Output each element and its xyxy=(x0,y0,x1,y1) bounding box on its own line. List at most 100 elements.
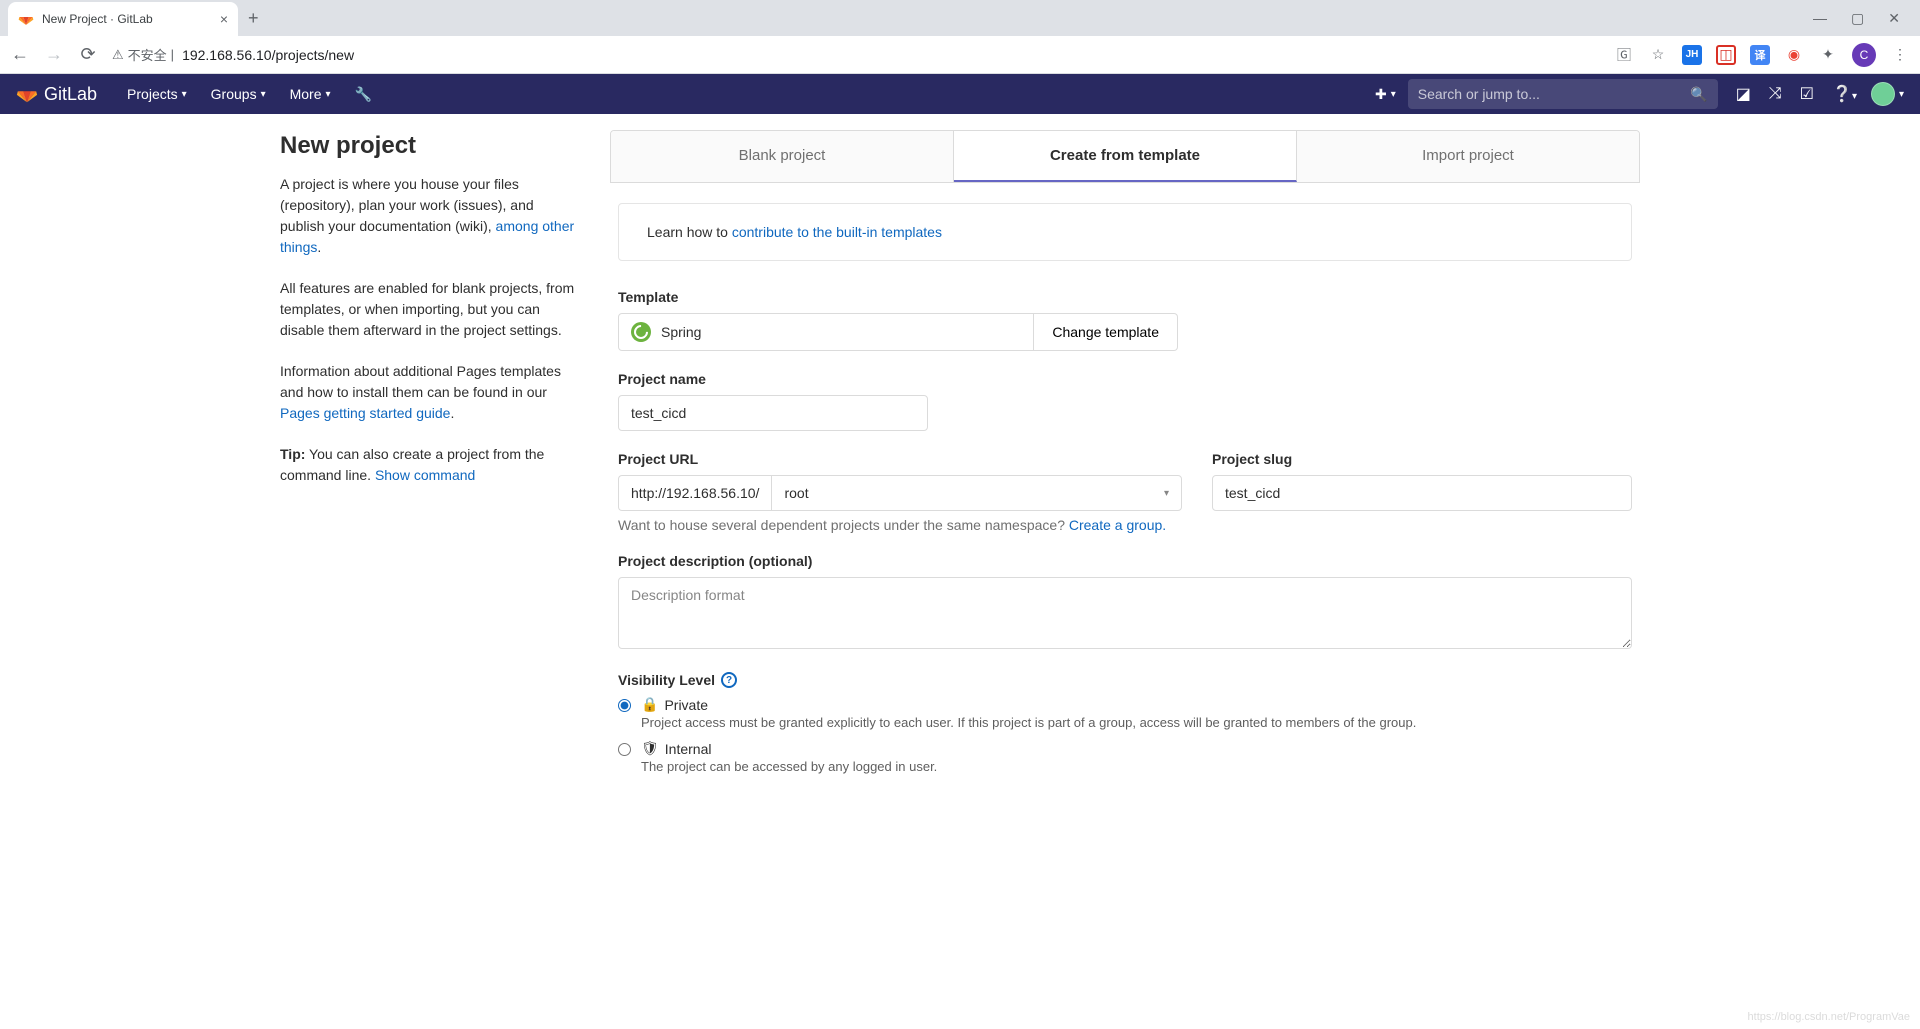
info-box: Learn how to contribute to the built-in … xyxy=(618,203,1632,261)
merge-requests-icon[interactable]: ⤨ xyxy=(1769,85,1782,103)
help-icon[interactable]: ❔▾ xyxy=(1832,84,1857,104)
star-icon[interactable]: ☆ xyxy=(1648,45,1668,65)
shield-extension-icon[interactable]: ◫ xyxy=(1716,45,1736,65)
description-field: Project description (optional) xyxy=(618,553,1632,652)
reload-button[interactable]: ⟳ xyxy=(78,44,98,65)
tab-bar: New Project · GitLab × + — ▢ ✕ xyxy=(0,0,1920,36)
maximize-button[interactable]: ▢ xyxy=(1851,10,1864,27)
gitlab-favicon xyxy=(18,11,34,27)
template-label: Template xyxy=(618,289,1632,305)
url-field[interactable]: ⚠ 不安全 | 192.168.56.10/projects/new xyxy=(112,45,1600,64)
sidebar-pages: Information about additional Pages templ… xyxy=(280,361,580,424)
translate-extension-icon[interactable]: 译 xyxy=(1750,45,1770,65)
profile-avatar[interactable]: C xyxy=(1852,43,1876,67)
description-input[interactable] xyxy=(618,577,1632,649)
create-group-link[interactable]: Create a group. xyxy=(1069,517,1166,533)
pages-guide-link[interactable]: Pages getting started guide xyxy=(280,405,450,421)
gitlab-navbar: GitLab Projects▾ Groups▾ More▾ 🔧 ✚▾ 🔍 ◪ … xyxy=(0,74,1920,114)
plus-icon: ✚ xyxy=(1375,86,1387,103)
project-name-field: Project name xyxy=(618,371,1632,431)
gitlab-logo[interactable]: GitLab xyxy=(16,83,97,105)
namespace-hint: Want to house several dependent projects… xyxy=(618,517,1632,533)
spring-icon xyxy=(631,322,651,342)
user-avatar[interactable] xyxy=(1871,82,1895,106)
close-window-button[interactable]: ✕ xyxy=(1888,10,1900,27)
security-warning: ⚠ 不安全 | xyxy=(112,45,174,64)
chevron-down-icon: ▾ xyxy=(182,89,187,100)
nav-plus[interactable]: ✚▾ xyxy=(1363,86,1408,103)
visibility-label: Visibility Level ? xyxy=(618,672,1632,688)
form-area: Learn how to contribute to the built-in … xyxy=(610,183,1640,774)
project-name-input[interactable] xyxy=(618,395,928,431)
url-text: 192.168.56.10/projects/new xyxy=(182,47,354,63)
forward-button[interactable]: → xyxy=(44,44,64,65)
warning-icon: ⚠ xyxy=(112,47,124,63)
url-prefix: http://192.168.56.10/ xyxy=(618,475,771,511)
internal-radio[interactable] xyxy=(618,743,631,756)
project-tabs: Blank project Create from template Impor… xyxy=(610,130,1640,183)
window-controls: — ▢ ✕ xyxy=(1813,10,1920,27)
template-display: Spring xyxy=(618,313,1034,351)
project-slug-input[interactable] xyxy=(1212,475,1632,511)
jh-extension-icon[interactable]: JH xyxy=(1682,45,1702,65)
chevron-down-icon: ▾ xyxy=(326,89,331,100)
project-url-field: Project URL http://192.168.56.10/ root ▾ xyxy=(618,451,1182,511)
search-icon: 🔍 xyxy=(1690,86,1707,103)
new-tab-button[interactable]: + xyxy=(248,8,259,29)
tab-create-from-template[interactable]: Create from template xyxy=(954,131,1297,182)
watermark: https://blog.csdn.net/ProgramVae xyxy=(1748,1011,1910,1023)
help-icon[interactable]: ? xyxy=(721,672,737,688)
tab-blank-project[interactable]: Blank project xyxy=(611,131,954,182)
url-slug-row: Project URL http://192.168.56.10/ root ▾… xyxy=(618,451,1632,511)
puzzle-icon[interactable]: ✦ xyxy=(1818,45,1838,65)
page-content: New project A project is where you house… xyxy=(270,114,1650,810)
menu-icon[interactable]: ⋮ xyxy=(1890,45,1910,65)
private-radio[interactable] xyxy=(618,699,631,712)
chevron-down-icon: ▾ xyxy=(1164,488,1169,499)
visibility-field: Visibility Level ? 🔒Private Project acce… xyxy=(618,672,1632,774)
project-slug-field: Project slug xyxy=(1212,451,1632,511)
sidebar-tip: Tip: You can also create a project from … xyxy=(280,444,580,486)
extension-icons: 🄶 ☆ JH ◫ 译 ◉ ✦ C ⋮ xyxy=(1614,43,1910,67)
tab-import-project[interactable]: Import project xyxy=(1297,131,1639,182)
browser-chrome: New Project · GitLab × + — ▢ ✕ ← → ⟳ ⚠ 不… xyxy=(0,0,1920,74)
gitlab-icon xyxy=(16,83,38,105)
search-box[interactable]: 🔍 xyxy=(1408,79,1718,109)
close-icon[interactable]: × xyxy=(220,11,228,27)
nav-more[interactable]: More▾ xyxy=(278,86,343,102)
contribute-templates-link[interactable]: contribute to the built-in templates xyxy=(732,224,942,240)
sidebar-features: All features are enabled for blank proje… xyxy=(280,278,580,341)
project-name-label: Project name xyxy=(618,371,1632,387)
shield-icon: 🛡 xyxy=(641,740,659,757)
minimize-button[interactable]: — xyxy=(1813,10,1827,27)
page-title: New project xyxy=(280,132,580,160)
issues-icon[interactable]: ◪ xyxy=(1736,84,1751,104)
change-template-button[interactable]: Change template xyxy=(1034,313,1178,351)
lock-icon: 🔒 xyxy=(641,696,658,713)
description-label: Project description (optional) xyxy=(618,553,1632,569)
chevron-down-icon: ▾ xyxy=(261,89,266,100)
namespace-select[interactable]: root ▾ xyxy=(771,475,1182,511)
project-url-label: Project URL xyxy=(618,451,1182,467)
visibility-private[interactable]: 🔒Private Project access must be granted … xyxy=(618,696,1632,730)
nav-groups[interactable]: Groups▾ xyxy=(199,86,278,102)
show-command-link[interactable]: Show command xyxy=(375,467,475,483)
search-input[interactable] xyxy=(1418,86,1691,102)
nav-admin[interactable]: 🔧 xyxy=(343,86,384,103)
tab-title: New Project · GitLab xyxy=(42,12,212,26)
sidebar-intro: A project is where you house your files … xyxy=(280,174,580,258)
nav-projects[interactable]: Projects▾ xyxy=(115,86,199,102)
chevron-down-icon: ▾ xyxy=(1391,89,1396,100)
translate-icon[interactable]: 🄶 xyxy=(1614,45,1634,65)
project-slug-label: Project slug xyxy=(1212,451,1632,467)
todos-icon[interactable]: ☑ xyxy=(1800,84,1814,104)
chevron-down-icon[interactable]: ▾ xyxy=(1899,89,1904,100)
record-icon[interactable]: ◉ xyxy=(1784,45,1804,65)
visibility-internal[interactable]: 🛡Internal The project can be accessed by… xyxy=(618,740,1632,774)
template-field: Template Spring Change template xyxy=(618,289,1632,351)
address-bar: ← → ⟳ ⚠ 不安全 | 192.168.56.10/projects/new… xyxy=(0,36,1920,74)
back-button[interactable]: ← xyxy=(10,44,30,65)
wrench-icon: 🔧 xyxy=(355,86,372,103)
browser-tab[interactable]: New Project · GitLab × xyxy=(8,2,238,36)
sidebar: New project A project is where you house… xyxy=(280,130,580,794)
